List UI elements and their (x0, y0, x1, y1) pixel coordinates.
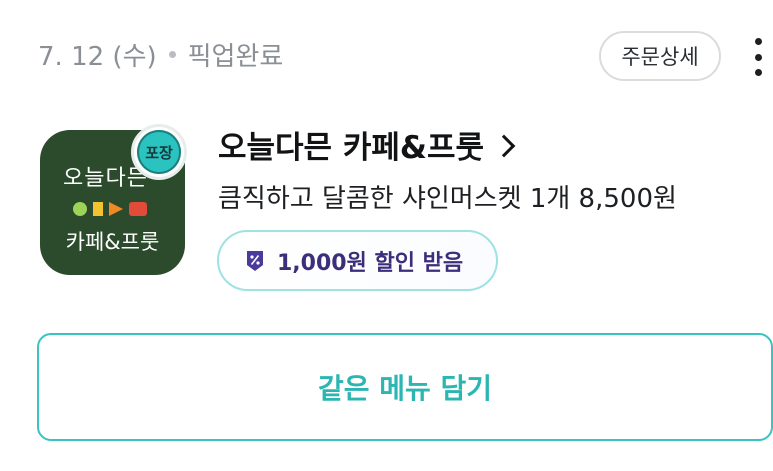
more-vertical-icon[interactable] (748, 38, 768, 76)
reorder-button[interactable]: 같은 메뉴 담기 (37, 333, 773, 441)
discount-tag-icon (247, 250, 263, 271)
separator-dot (168, 51, 176, 58)
chevron-right-icon (492, 134, 516, 157)
order-status: 픽업완료 (187, 42, 284, 72)
coupon-label: 1,000원 할인 받음 (277, 250, 464, 276)
coupon-badge: 1,000원 할인 받음 (217, 230, 498, 291)
order-meta: 7. 12 (수) 픽업완료 (38, 36, 283, 73)
order-detail-button[interactable]: 주문상세 (599, 31, 721, 81)
store-name: 오늘다믄 카페&프룻 (218, 130, 484, 166)
logo-olko-mark (73, 202, 147, 216)
logo-text-bottom: 카페&프룻 (65, 230, 160, 254)
pickup-badge-label: 포장 (137, 130, 181, 174)
order-date: 7. 12 (수) (38, 42, 157, 72)
order-card: 7. 12 (수) 픽업완료 주문상세 오늘다믄 카페&프룻 포장 오늘다믄 카… (0, 0, 773, 471)
order-summary: 큼직하고 달콤한 샤인머스켓 1개 8,500원 (218, 184, 677, 214)
pickup-badge: 포장 (131, 124, 187, 180)
store-name-link[interactable]: 오늘다믄 카페&프룻 (218, 122, 516, 167)
